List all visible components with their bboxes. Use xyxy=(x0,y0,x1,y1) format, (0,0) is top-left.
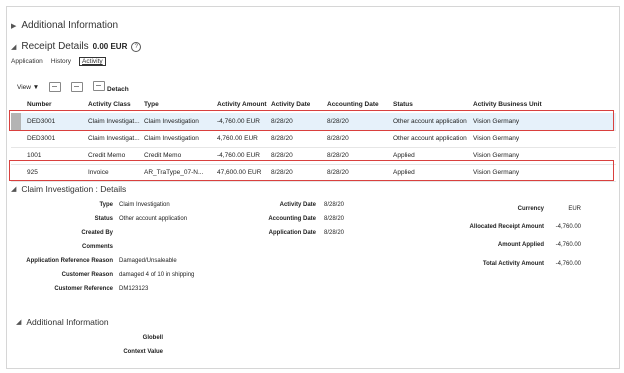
freeze-columns-icon[interactable] xyxy=(49,82,62,92)
app-ref-reason-value: Damaged/Unsaleable xyxy=(119,258,177,264)
status-label: Status xyxy=(94,216,113,222)
view-menu-label: View xyxy=(17,83,31,91)
collapse-triangle-icon[interactable]: ◢ xyxy=(11,43,16,51)
wrap-icon[interactable] xyxy=(71,82,84,92)
application-date-value: 8/28/20 xyxy=(324,230,345,236)
annotation-highlight-box xyxy=(9,160,614,181)
total-activity-amount-label: Total Activity Amount xyxy=(482,261,544,267)
detach-button[interactable]: Detach xyxy=(93,81,129,93)
collapse-triangle-icon[interactable]: ◢ xyxy=(16,318,21,326)
additional-info-header[interactable]: ▶ Additional Information xyxy=(11,20,118,31)
accounting-date-label: Accounting Date xyxy=(268,216,316,222)
app-ref-reason-label: Application Reference Reason xyxy=(26,258,113,264)
activity-date-value: 8/28/20 xyxy=(324,202,345,208)
annotation-highlight-box xyxy=(9,110,614,131)
tab-activity[interactable]: Activity xyxy=(79,57,106,66)
cell-accounting-date: 8/28/20 xyxy=(327,135,349,142)
detach-icon xyxy=(93,81,106,91)
customer-reason-value: damaged 4 of 10 in shipping xyxy=(119,272,195,278)
receipt-amount: 0.00 EUR xyxy=(92,42,128,51)
comments-label: Comments xyxy=(81,244,113,250)
amount-applied-label: Amount Applied xyxy=(497,242,544,248)
claim-details-header[interactable]: ◢ Claim Investigation : Details xyxy=(11,184,126,194)
context-value-label: Context Value xyxy=(123,349,163,355)
view-menu[interactable]: View ▼ xyxy=(17,84,39,91)
additional-info-title: Additional Information xyxy=(21,20,119,31)
cell-business-unit: Vision Germany xyxy=(473,135,520,142)
type-label: Type xyxy=(99,202,113,208)
cell-activity-amount: 4,760.00 EUR xyxy=(217,135,258,142)
cell-status: Other account application xyxy=(393,135,467,142)
expand-triangle-icon[interactable]: ▶ xyxy=(11,22,16,30)
customer-reference-label: Customer Reference xyxy=(54,286,113,292)
created-by-label: Created By xyxy=(81,230,113,236)
customer-reference-value: DM123123 xyxy=(119,286,149,292)
allocated-receipt-amount-label: Allocated Receipt Amount xyxy=(469,224,544,230)
accounting-date-value: 8/28/20 xyxy=(324,216,345,222)
application-date-label: Application Date xyxy=(268,230,316,236)
customer-reason-label: Customer Reason xyxy=(61,272,113,278)
chevron-down-icon: ▼ xyxy=(32,83,40,91)
table-row[interactable]: DED3001 Claim Investigat... Claim Invest… xyxy=(11,130,616,148)
total-activity-amount-value: -4,760.00 xyxy=(555,261,581,267)
help-icon[interactable]: ? xyxy=(131,41,142,52)
amount-applied-value: -4,760.00 xyxy=(555,242,581,248)
currency-value: EUR xyxy=(568,206,581,212)
receipt-details-title: Receipt Details xyxy=(21,41,89,52)
tab-history[interactable]: History xyxy=(51,58,71,66)
cell-type: Claim Investigation xyxy=(144,135,199,142)
table-toolbar: View ▼ Detach xyxy=(17,81,129,93)
claim-details-title: Claim Investigation : Details xyxy=(21,184,127,194)
cell-activity-date: 8/28/20 xyxy=(271,135,293,142)
detach-label: Detach xyxy=(107,86,129,93)
activity-date-label: Activity Date xyxy=(279,202,316,208)
tab-application[interactable]: Application xyxy=(11,58,43,66)
additional-info-bottom-header[interactable]: ◢ Additional Information xyxy=(16,317,109,327)
cell-activity-class: Claim Investigat... xyxy=(88,135,140,142)
receipt-details-header[interactable]: ◢ Receipt Details 0.00 EUR ? xyxy=(11,41,142,52)
status-value: Other account application xyxy=(119,216,188,222)
currency-label: Currency xyxy=(517,206,544,212)
cell-number: DED3001 xyxy=(27,135,56,142)
type-value: Claim Investigation xyxy=(119,202,170,208)
additional-info-bottom-title: Additional Information xyxy=(26,317,109,327)
allocated-receipt-amount-value: -4,760.00 xyxy=(555,224,581,230)
globell-label: Globell xyxy=(142,335,163,341)
collapse-triangle-icon[interactable]: ◢ xyxy=(11,185,16,193)
receipt-tabs: Application History Activity xyxy=(11,57,106,66)
